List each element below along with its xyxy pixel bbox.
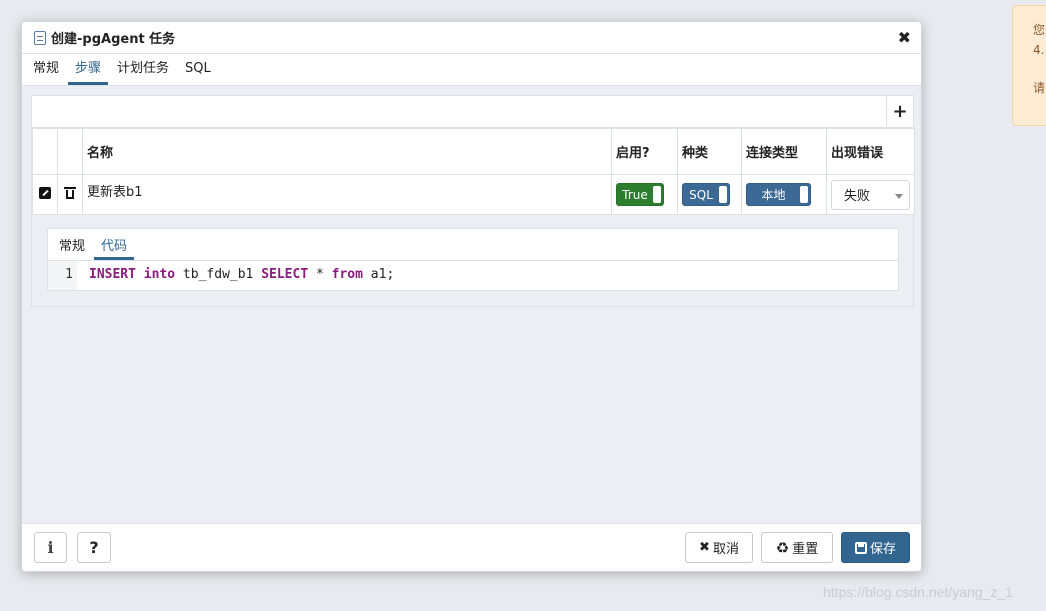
step-detail-tabs: 常规 代码 <box>48 229 898 261</box>
toggle-knob <box>800 186 808 203</box>
on-error-cell: 失败 <box>826 174 915 215</box>
cancel-label: 取消 <box>712 542 739 557</box>
kind-cell: SQL <box>677 174 742 215</box>
dialog-titlebar: 创建-pgAgent 任务 ✖ <box>22 22 921 54</box>
toggle-knob <box>719 186 727 203</box>
code-text: * <box>308 267 332 282</box>
dialog-footer: i ? ✖ 取消 ♻ 重置 保存 <box>22 523 921 571</box>
code-keyword-select: SELECT <box>261 267 309 282</box>
code-keyword-into: into <box>143 267 176 282</box>
save-button[interactable]: 保存 <box>841 532 910 563</box>
line-number: 1 <box>48 261 77 290</box>
save-label: 保存 <box>869 542 896 557</box>
table-header-row: 名称 启用? 种类 连接类型 出现错误 <box>32 128 915 175</box>
code-keyword-insert: INSERT <box>89 267 136 282</box>
trash-icon[interactable] <box>64 186 76 199</box>
info-icon: i <box>47 538 54 557</box>
edit-cell <box>32 174 58 215</box>
on-error-value: 失败 <box>844 189 871 204</box>
reset-label: 重置 <box>792 542 819 557</box>
code-editor[interactable]: 1 INSERT into tb_fdw_b1 SELECT * from a1… <box>48 261 898 290</box>
notification-toast: 您 4. 请 <box>1012 5 1046 126</box>
column-header-on-error[interactable]: 出现错误 <box>826 128 915 175</box>
code-line[interactable]: INSERT into tb_fdw_b1 SELECT * from a1; <box>77 261 394 290</box>
on-error-select[interactable]: 失败 <box>831 179 910 210</box>
reset-button[interactable]: ♻ 重置 <box>761 532 833 563</box>
add-step-button[interactable]: + <box>886 96 913 127</box>
tab-schedules[interactable]: 计划任务 <box>110 57 176 85</box>
tab-sql[interactable]: SQL <box>178 61 218 85</box>
close-icon[interactable]: ✖ <box>898 30 911 46</box>
x-icon: ✖ <box>699 540 710 555</box>
code-text: a1; <box>362 267 395 282</box>
steps-table: 名称 启用? 种类 连接类型 出现错误 更新表b1 True SQL 本地 失败 <box>32 128 915 215</box>
column-header-name[interactable]: 名称 <box>82 128 612 175</box>
help-button[interactable]: ? <box>77 532 111 563</box>
code-text: tb_fdw_b1 <box>175 267 262 282</box>
tab-steps[interactable]: 步骤 <box>68 57 109 85</box>
toast-line-1: 您 <box>1033 23 1046 37</box>
enabled-cell: True <box>611 174 678 215</box>
header-delete <box>57 128 83 175</box>
toggle-knob <box>653 186 661 203</box>
tab-general[interactable]: 常规 <box>26 57 66 85</box>
kind-toggle[interactable]: SQL <box>682 183 730 206</box>
delete-cell <box>57 174 83 215</box>
info-button[interactable]: i <box>34 532 67 563</box>
toast-line-3: 请 <box>1033 81 1046 95</box>
clipboard-icon <box>34 30 46 45</box>
help-icon: ? <box>89 538 99 557</box>
subtab-code[interactable]: 代码 <box>94 235 135 260</box>
recycle-icon: ♻ <box>775 538 790 557</box>
kind-toggle-label: SQL <box>689 187 713 202</box>
code-keyword-from: from <box>331 267 363 282</box>
dialog-content: + 名称 启用? 种类 连接类型 出现错误 更新表b1 True SQL 本地 … <box>22 86 921 524</box>
dialog-tabs: 常规 步骤 计划任务 SQL <box>22 54 921 86</box>
table-row: 更新表b1 True SQL 本地 失败 <box>32 174 915 215</box>
subtab-general[interactable]: 常规 <box>52 235 92 260</box>
create-pgagent-job-dialog: 创建-pgAgent 任务 ✖ 常规 步骤 计划任务 SQL + 名称 启用? <box>21 21 922 572</box>
header-edit <box>32 128 58 175</box>
floppy-icon <box>854 541 867 554</box>
steps-panel: + 名称 启用? 种类 连接类型 出现错误 更新表b1 True SQL 本地 … <box>31 95 915 307</box>
enabled-toggle[interactable]: True <box>616 183 664 206</box>
watermark: https://blog.csdn.net/yang_z_1 <box>823 584 1013 600</box>
toast-line-2: 4. <box>1033 43 1045 57</box>
cancel-button[interactable]: ✖ 取消 <box>685 532 753 563</box>
steps-toolbar: + <box>32 96 913 128</box>
enabled-toggle-label: True <box>622 187 648 202</box>
column-header-kind[interactable]: 种类 <box>677 128 742 175</box>
column-header-enabled[interactable]: 启用? <box>611 128 678 175</box>
connection-type-cell: 本地 <box>741 174 827 215</box>
chevron-down-icon <box>895 193 903 199</box>
edit-icon[interactable] <box>39 186 51 199</box>
connection-type-toggle-label: 本地 <box>761 188 786 202</box>
dialog-title: 创建-pgAgent 任务 <box>51 32 176 47</box>
step-detail-panel: 常规 代码 1 INSERT into tb_fdw_b1 SELECT * f… <box>47 228 899 291</box>
step-name[interactable]: 更新表b1 <box>82 174 612 215</box>
column-header-connection-type[interactable]: 连接类型 <box>741 128 827 175</box>
connection-type-toggle[interactable]: 本地 <box>746 183 811 206</box>
